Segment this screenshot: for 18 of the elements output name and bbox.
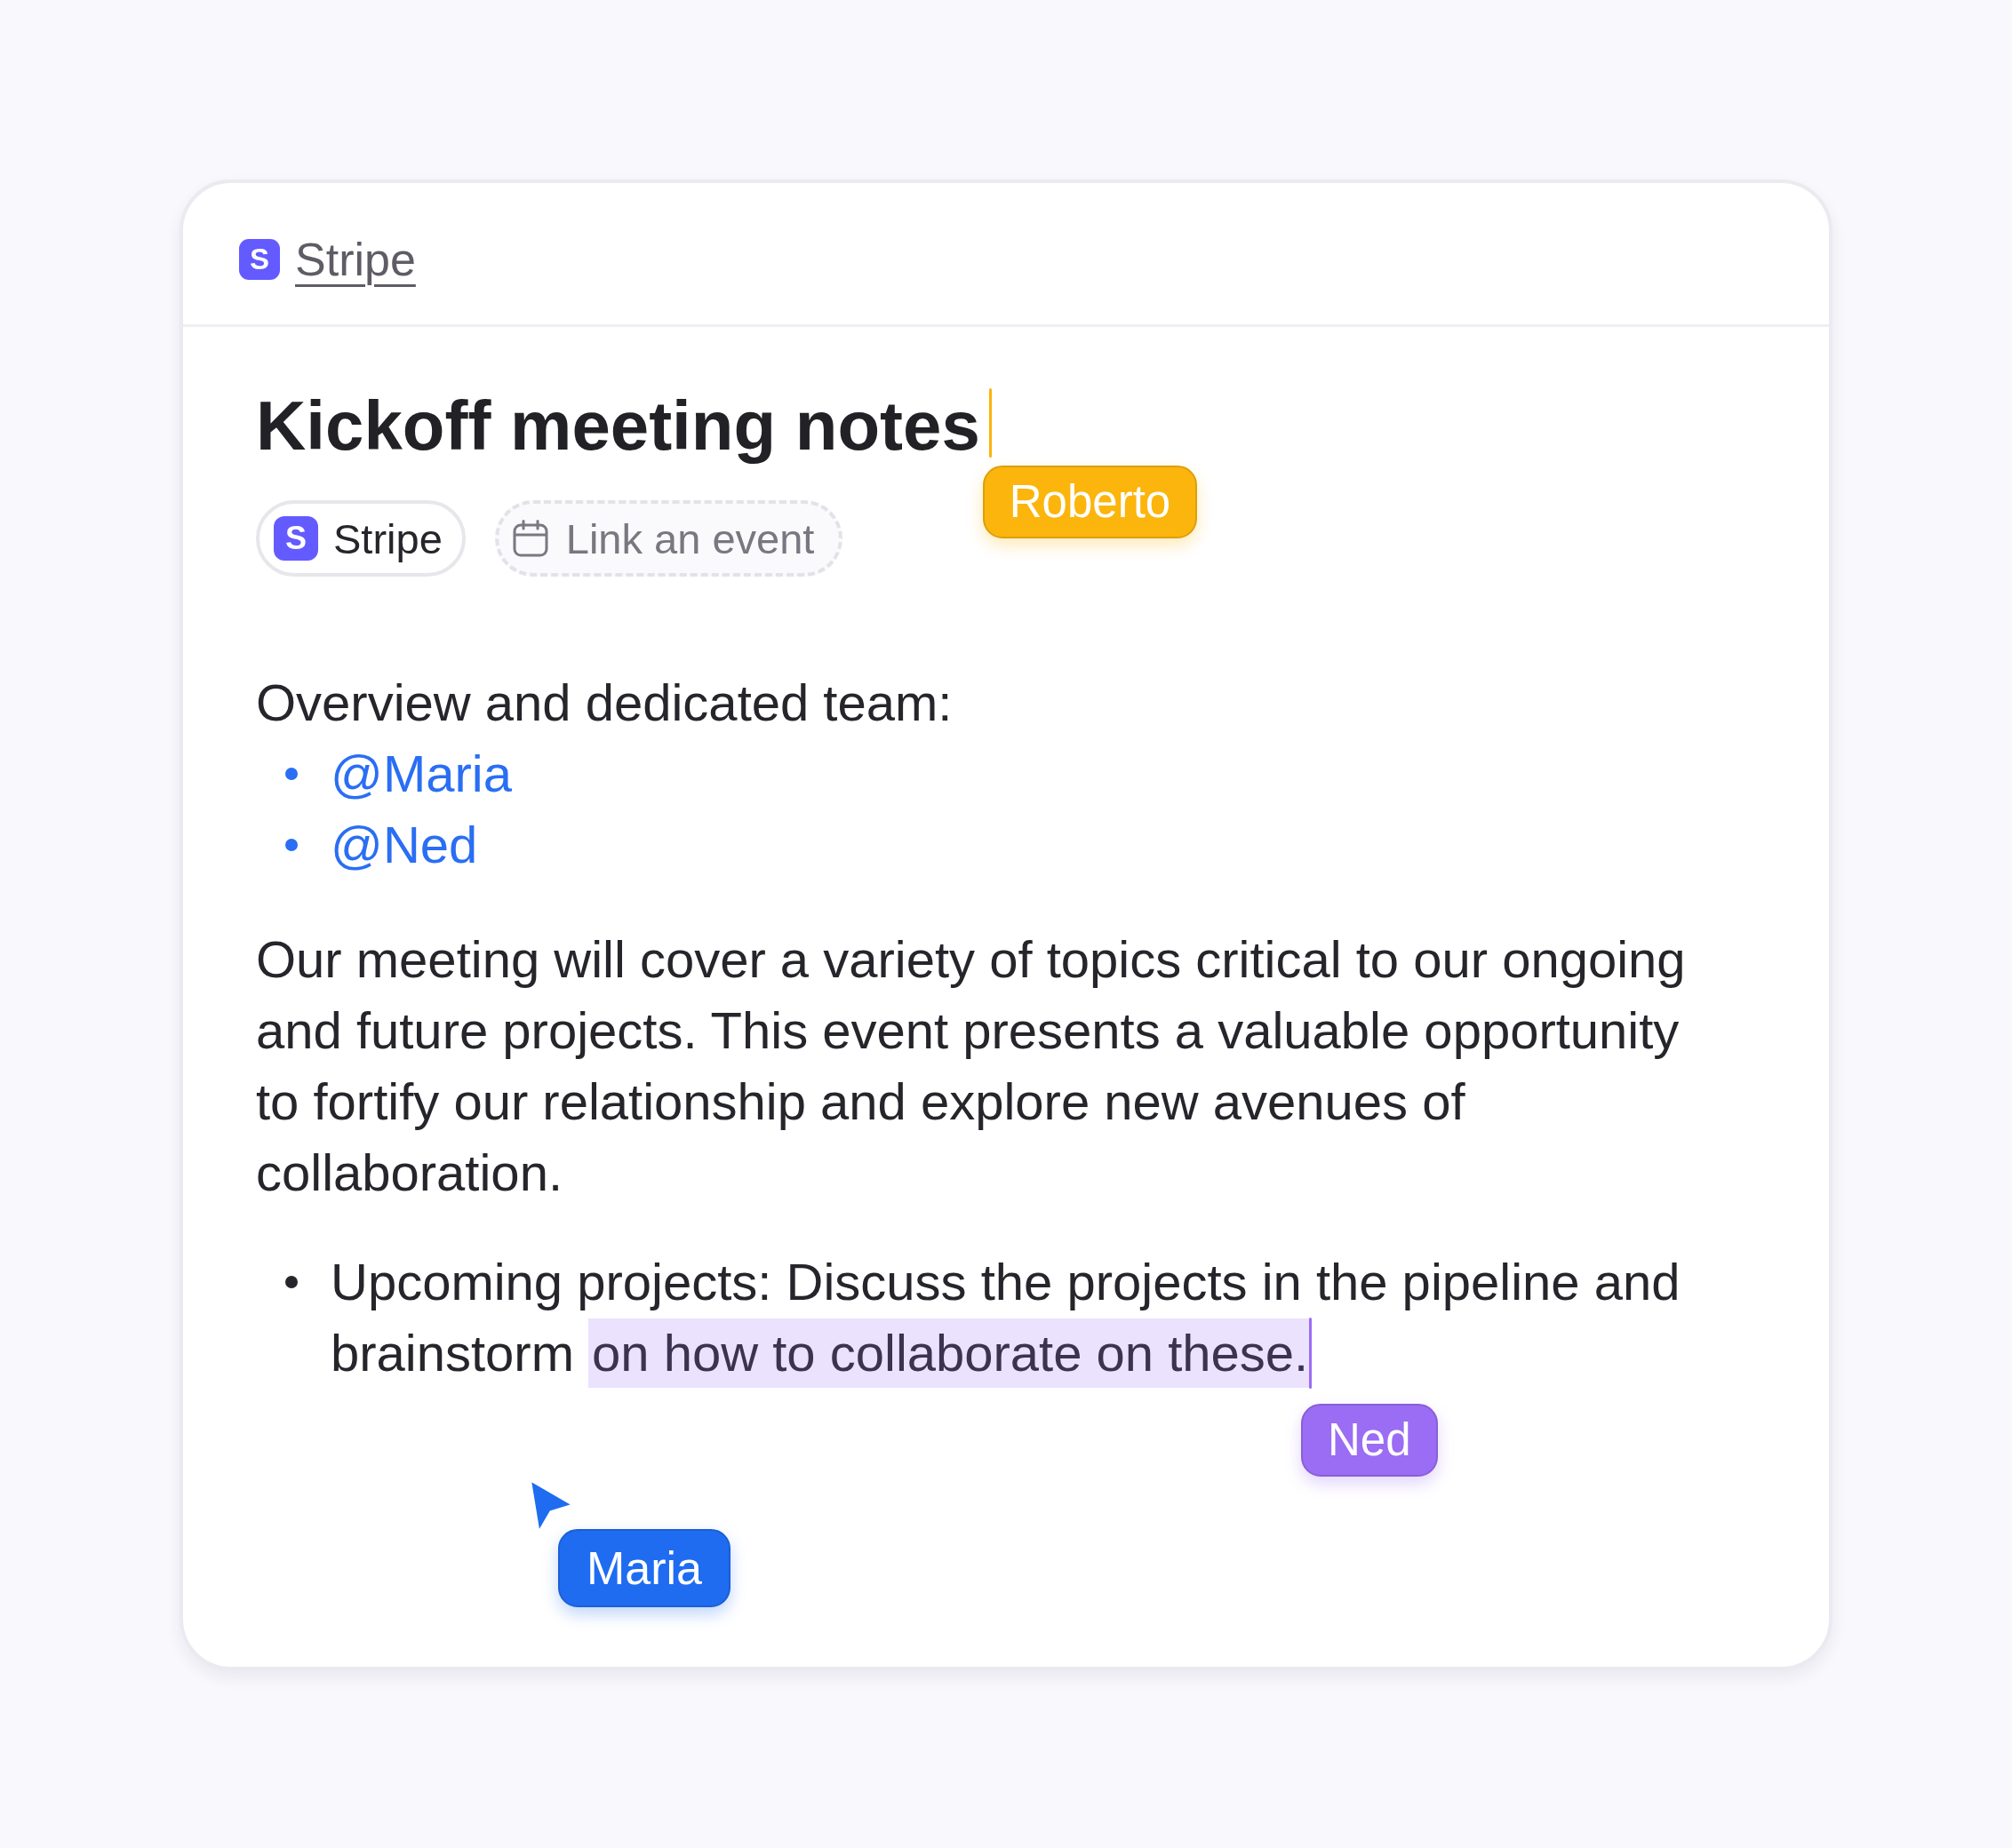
paragraph-text: Our meeting will cover a variety of topics critical to our ongoing and future projects. This event presents a valuable opportunity to fortify our relationship and explore new avenues of collaboration. (256, 929, 1687, 1203)
calendar-icon (512, 520, 548, 557)
workspace-link[interactable]: Stripe (295, 230, 416, 288)
company-chip[interactable]: S Stripe (256, 500, 466, 577)
company-logo: S (239, 238, 280, 280)
bullet-icon (285, 1276, 298, 1288)
bullet-icon (285, 839, 298, 851)
paragraph-text: Overview and dedicated team: (256, 673, 954, 733)
mention-link[interactable]: @Ned (331, 809, 478, 880)
company-logo: S (274, 516, 318, 561)
collaborator-name-label: Ned (1301, 1404, 1438, 1477)
bullet-icon (285, 768, 298, 780)
list-item-text: Upcoming projects: Discuss the projects in the pipeline and brainstorm on how to collaborate on these. (331, 1247, 1705, 1389)
mention-link[interactable]: @Maria (331, 738, 512, 809)
collaborator-name-label: Roberto (982, 466, 1198, 538)
collaborator-name-label: Maria (558, 1529, 731, 1607)
document-title: Kickoff meeting notes (256, 386, 980, 465)
link-event-button[interactable]: Link an event (494, 500, 843, 577)
